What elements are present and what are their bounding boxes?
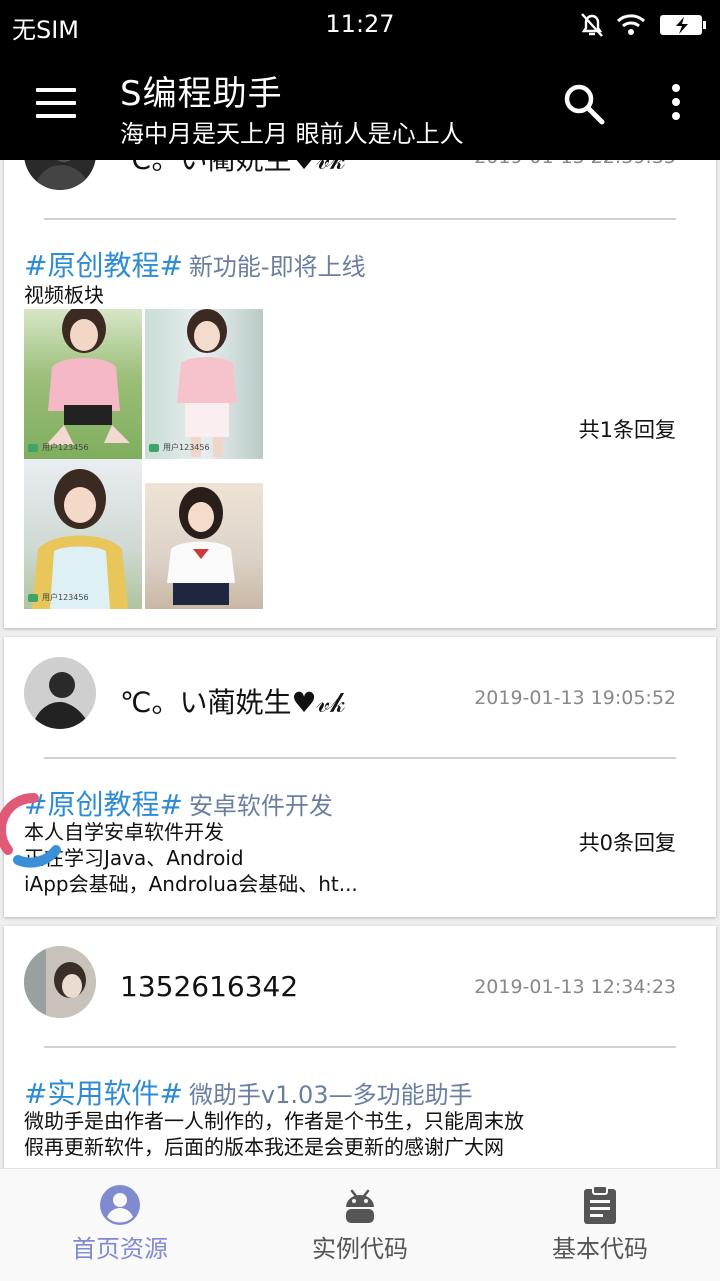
nav-home-resources[interactable]: 首页资源 xyxy=(0,1169,240,1281)
search-icon[interactable] xyxy=(562,82,606,126)
watermark: 用户123456 xyxy=(28,592,89,603)
app-toolbar: S编程助手 海中月是天上月 眼前人是心上人 xyxy=(0,50,720,160)
clipboard-icon xyxy=(584,1185,616,1224)
status-bar: 无SIM 11:27 xyxy=(0,0,720,50)
post-date: 2019-01-13 19:05:52 xyxy=(474,687,676,709)
status-icons xyxy=(580,10,708,40)
app-subtitle: 海中月是天上月 眼前人是心上人 xyxy=(120,120,464,148)
post-body: 视频板块 xyxy=(24,282,104,308)
photo-thumbnail xyxy=(145,483,263,609)
photo-thumbnail: 用户123456 xyxy=(24,459,142,609)
android-icon xyxy=(346,1189,374,1223)
nav-example-code[interactable]: 实例代码 xyxy=(240,1169,480,1281)
post-body-line: 本人自学安卓软件开发 xyxy=(24,820,224,844)
post-card[interactable]: ℃。い蔺姺生♥𝓋𝓀 2019-01-13 19:05:52 #原创教程# 安卓软件… xyxy=(4,637,716,917)
reply-count: 共1条回复 xyxy=(578,418,676,442)
watermark: 用户123456 xyxy=(28,442,89,453)
post-image-collage[interactable]: 用户123456 用户123456 用户123456 xyxy=(24,309,264,609)
nav-label: 首页资源 xyxy=(72,1235,168,1263)
menu-icon[interactable] xyxy=(36,88,76,122)
watermark: 用户123456 xyxy=(149,442,210,453)
wifi-icon xyxy=(616,14,646,35)
post-body: 本人自学安卓软件开发 正在学习Java、Android iApp会基础，Andr… xyxy=(24,819,358,897)
more-options-icon[interactable] xyxy=(666,84,686,128)
post-card[interactable]: 1352616342 2019-01-13 12:34:23 #实用软件# 微助手… xyxy=(4,926,716,1168)
post-feed[interactable]: ℃。い蔺姺生♥𝓋𝓀 2019-01-13 22:39:35 #原创教程#新功能-… xyxy=(0,160,720,1168)
refresh-spinner-icon xyxy=(0,793,61,868)
post-date: 2019-01-13 22:39:35 xyxy=(474,160,676,168)
photo-thumbnail: 用户123456 xyxy=(24,309,142,459)
nav-label: 实例代码 xyxy=(312,1235,408,1263)
app-title: S编程助手 xyxy=(120,74,283,114)
post-topic: 微助手v1.03—多功能助手 xyxy=(188,1081,473,1109)
divider xyxy=(44,1046,676,1048)
nav-label: 基本代码 xyxy=(552,1235,648,1263)
watermark-label: 用户123456 xyxy=(42,593,89,602)
avatar[interactable] xyxy=(24,657,96,729)
post-heading[interactable]: #原创教程# 新功能-即将上线 xyxy=(24,244,366,284)
nav-basic-code[interactable]: 基本代码 xyxy=(480,1169,720,1281)
divider xyxy=(44,218,676,220)
avatar[interactable] xyxy=(24,160,96,190)
post-date: 2019-01-13 12:34:23 xyxy=(474,976,676,998)
bottom-navigation: 首页资源 实例代码 基本代码 xyxy=(0,1168,720,1281)
post-body-line: 假再更新软件，后面的版本我还是会更新的感谢广大网 xyxy=(24,1135,504,1159)
reply-count: 共0条回复 xyxy=(578,831,676,855)
post-body-line: 微助手是由作者一人制作的，作者是个书生，只能周末放 xyxy=(24,1109,524,1133)
mute-bell-icon xyxy=(581,13,603,37)
post-tag: #实用软件# xyxy=(24,1077,183,1110)
post-heading[interactable]: #实用软件# 微助手v1.03—多功能助手 xyxy=(24,1072,473,1112)
watermark-label: 用户123456 xyxy=(163,443,210,452)
post-tag: #原创教程# xyxy=(24,249,183,282)
post-username[interactable]: ℃。い蔺姺生♥𝓋𝓀 xyxy=(120,681,345,721)
account-circle-icon xyxy=(100,1185,140,1225)
post-topic: 新功能-即将上线 xyxy=(188,253,366,281)
post-body: 微助手是由作者一人制作的，作者是个书生，只能周末放 假再更新软件，后面的版本我还… xyxy=(24,1108,524,1160)
post-body-line: iApp会基础，Androlua会基础、ht... xyxy=(24,872,358,896)
avatar[interactable] xyxy=(24,946,96,1018)
watermark-label: 用户123456 xyxy=(42,443,89,452)
divider xyxy=(44,757,676,759)
post-username[interactable]: ℃。い蔺姺生♥𝓋𝓀 xyxy=(120,160,345,178)
post-topic: 安卓软件开发 xyxy=(188,792,333,820)
post-body-line: 视频板块 xyxy=(24,283,104,307)
post-body-line: 正在学习Java、Android xyxy=(24,846,244,870)
post-username[interactable]: 1352616342 xyxy=(120,970,298,1003)
photo-thumbnail: 用户123456 xyxy=(145,309,263,459)
battery-charging-icon xyxy=(660,15,706,35)
post-card[interactable]: ℃。い蔺姺生♥𝓋𝓀 2019-01-13 22:39:35 #原创教程#新功能-… xyxy=(4,160,716,628)
